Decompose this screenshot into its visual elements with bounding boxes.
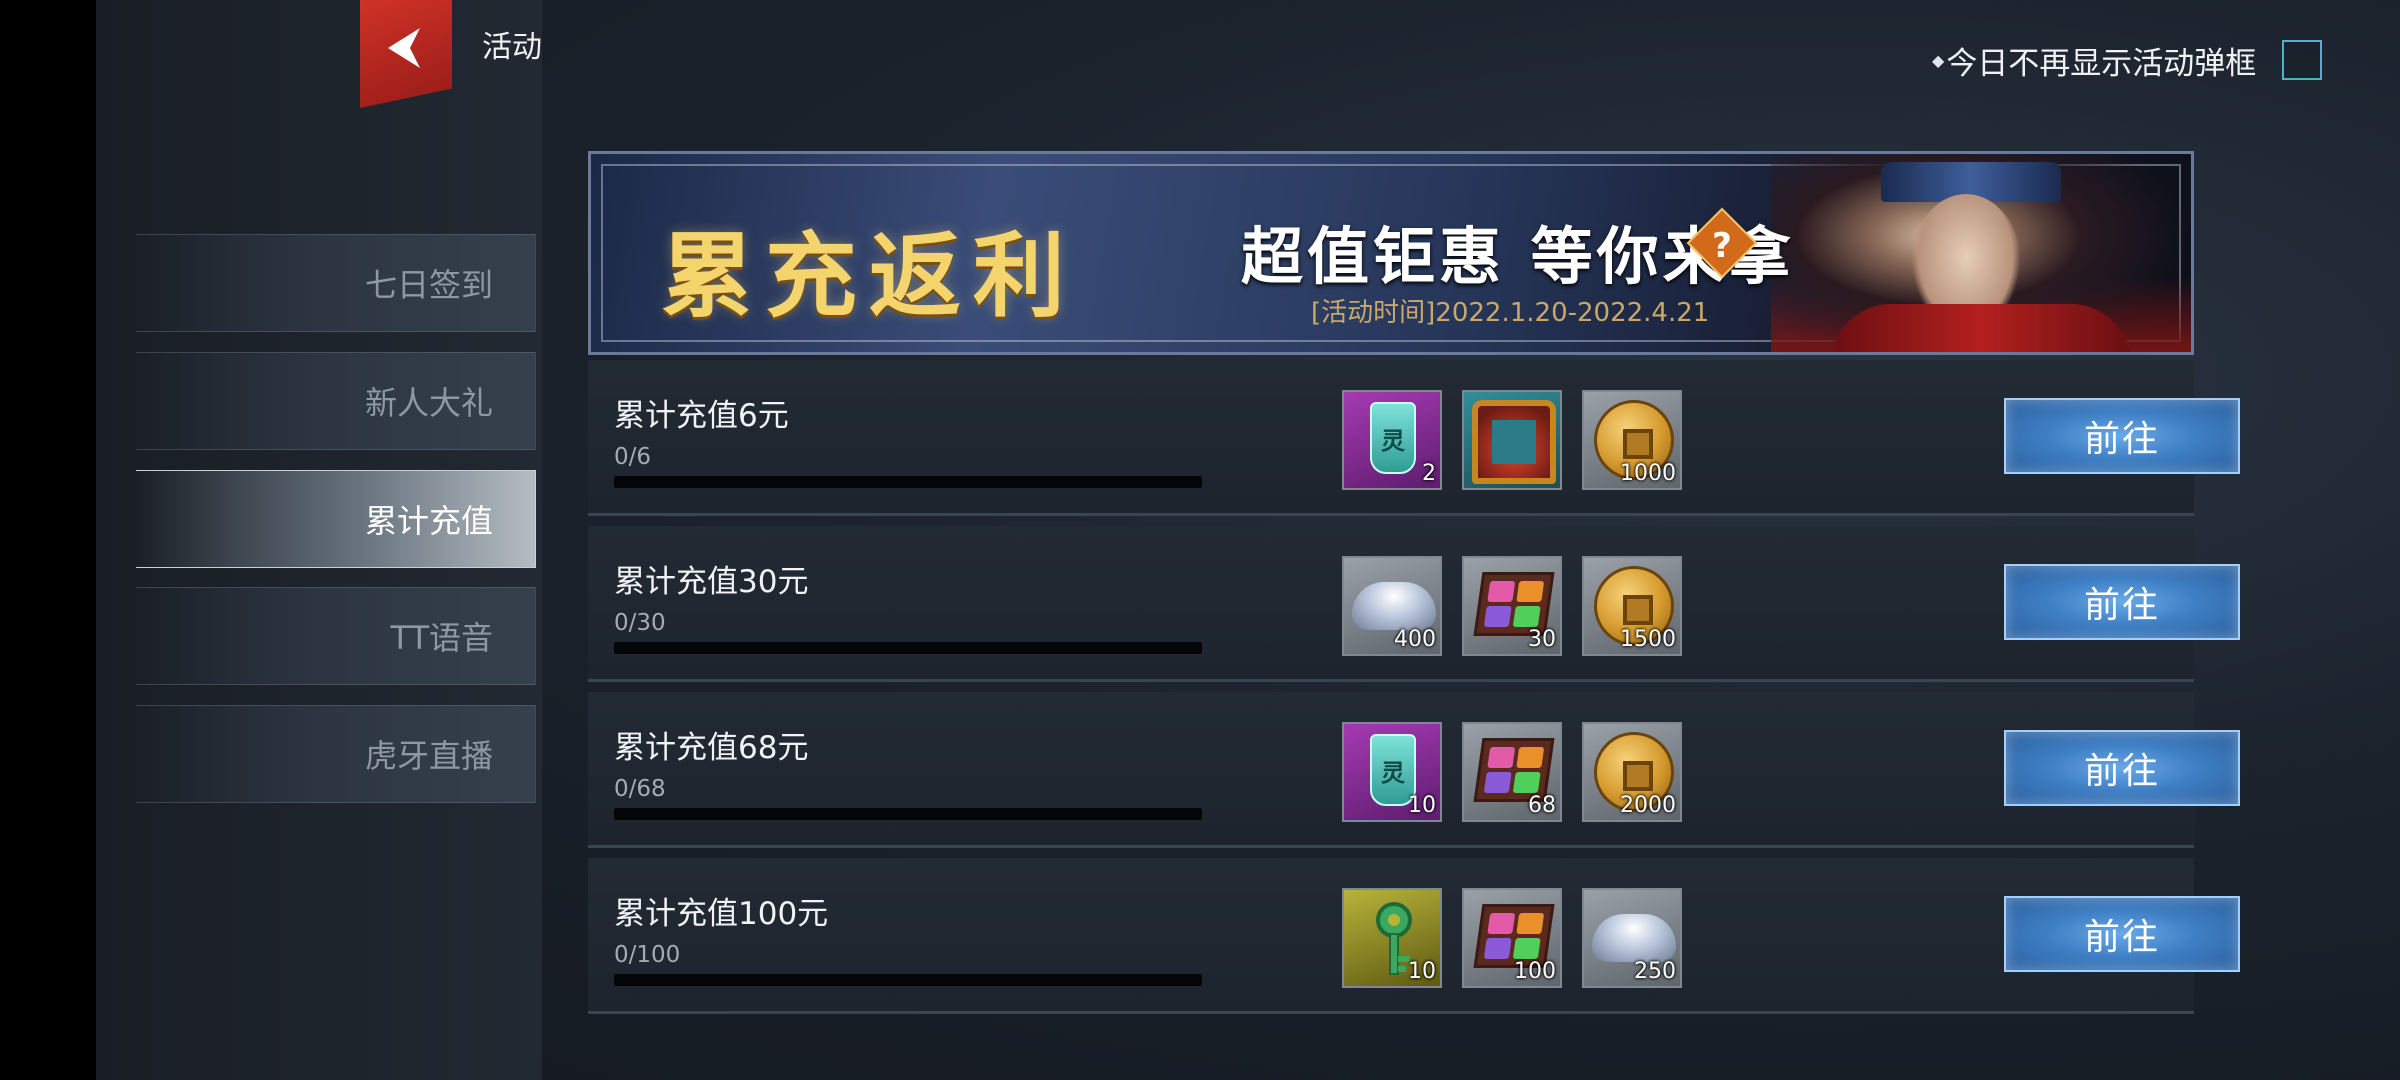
item-count: 1500 bbox=[1620, 627, 1676, 652]
reward-item[interactable]: 1500 bbox=[1582, 556, 1682, 656]
reward-item[interactable]: 灵 10 bbox=[1342, 722, 1442, 822]
reward-item[interactable]: 10 bbox=[1342, 888, 1442, 988]
page-title: 活动 bbox=[482, 30, 542, 65]
reward-item[interactable]: 2000 bbox=[1582, 722, 1682, 822]
progress-bar bbox=[614, 808, 1202, 820]
avatar-frame-icon bbox=[1472, 400, 1556, 484]
item-count: 30 bbox=[1528, 627, 1556, 652]
event-banner: 累充返利 超值钜惠 等你来拿 ? [活动时间]2022.1.20-2022.4.… bbox=[588, 151, 2194, 355]
silver-ingot-icon bbox=[1352, 582, 1436, 630]
reward-item[interactable]: 灵 2 bbox=[1342, 390, 1442, 490]
go-button[interactable]: 前往 bbox=[2004, 896, 2240, 972]
event-date: [活动时间]2022.1.20-2022.4.21 bbox=[1311, 298, 1710, 328]
dont-show-text: 今日不再显示活动弹框 bbox=[1946, 46, 2257, 82]
progress-text: 0/100 bbox=[614, 942, 681, 968]
reward-item[interactable]: 1000 bbox=[1582, 390, 1682, 490]
sidebar-item-seven-day-checkin[interactable]: 七日签到 bbox=[136, 234, 536, 332]
reward-row: 累计充值30元 0/30 400 30 1500 前往 bbox=[588, 526, 2240, 682]
item-count: 250 bbox=[1634, 959, 1676, 984]
progress-text: 0/68 bbox=[614, 776, 666, 802]
reward-item[interactable]: 30 bbox=[1462, 556, 1562, 656]
item-count: 68 bbox=[1528, 793, 1556, 818]
item-count: 2 bbox=[1422, 461, 1436, 486]
progress-text: 0/6 bbox=[614, 444, 652, 470]
hero-character-art bbox=[1771, 154, 2191, 352]
dont-show-today-checkbox[interactable] bbox=[2282, 40, 2322, 80]
sidebar-item-label: 新人大礼 bbox=[364, 384, 493, 422]
item-count: 10 bbox=[1408, 793, 1436, 818]
progress-text: 0/30 bbox=[614, 610, 666, 636]
item-count: 400 bbox=[1394, 627, 1436, 652]
reward-tier-title: 累计充值6元 bbox=[614, 398, 789, 434]
reward-tier-title: 累计充值68元 bbox=[614, 730, 809, 766]
reward-item[interactable] bbox=[1462, 390, 1562, 490]
activity-screen: 七日签到 新人大礼 累计充值 TT语音 虎牙直播 活动 ◆ 今日不再显示活动弹框… bbox=[96, 0, 2400, 1080]
reward-item[interactable]: 400 bbox=[1342, 556, 1442, 656]
progress-bar bbox=[614, 974, 1202, 986]
sidebar: 七日签到 新人大礼 累计充值 TT语音 虎牙直播 bbox=[96, 0, 542, 1080]
sidebar-item-label: 虎牙直播 bbox=[364, 737, 493, 775]
sidebar-item-label: 累计充值 bbox=[364, 502, 493, 540]
go-button[interactable]: 前往 bbox=[2004, 398, 2240, 474]
sidebar-item-cumulative-recharge[interactable]: 累计充值 bbox=[136, 470, 536, 568]
reward-row: 累计充值6元 0/6 灵 2 1000 前往 bbox=[588, 360, 2240, 516]
diamond-bullet-icon: ◆ bbox=[1932, 51, 1945, 70]
back-arrow-icon bbox=[388, 28, 420, 68]
progress-bar bbox=[614, 476, 1202, 488]
sidebar-item-tt-voice[interactable]: TT语音 bbox=[136, 587, 536, 685]
reward-row: 累计充值68元 0/68 灵 10 68 2000 前往 bbox=[588, 692, 2240, 848]
sidebar-item-newcomer-gift[interactable]: 新人大礼 bbox=[136, 352, 536, 450]
sidebar-item-huya-live[interactable]: 虎牙直播 bbox=[136, 705, 536, 803]
item-count: 100 bbox=[1514, 959, 1556, 984]
reward-item[interactable]: 250 bbox=[1582, 888, 1682, 988]
item-count: 2000 bbox=[1620, 793, 1676, 818]
item-count: 10 bbox=[1408, 959, 1436, 984]
token-icon: 灵 bbox=[1370, 402, 1416, 474]
dont-show-today-label: ◆ 今日不再显示活动弹框 bbox=[1932, 38, 2256, 83]
reward-tier-title: 累计充值100元 bbox=[614, 896, 829, 932]
sidebar-item-label: 七日签到 bbox=[364, 266, 493, 304]
banner-title: 累充返利 bbox=[661, 222, 1078, 330]
item-count: 1000 bbox=[1620, 461, 1676, 486]
silver-ingot-icon bbox=[1592, 914, 1676, 962]
sidebar-item-label: TT语音 bbox=[390, 619, 493, 657]
go-button[interactable]: 前往 bbox=[2004, 564, 2240, 640]
reward-item[interactable]: 100 bbox=[1462, 888, 1562, 988]
reward-tier-title: 累计充值30元 bbox=[614, 564, 809, 600]
reward-item[interactable]: 68 bbox=[1462, 722, 1562, 822]
progress-bar bbox=[614, 642, 1202, 654]
reward-row: 累计充值100元 0/100 10 100 250 前往 bbox=[588, 858, 2240, 1014]
go-button[interactable]: 前往 bbox=[2004, 730, 2240, 806]
